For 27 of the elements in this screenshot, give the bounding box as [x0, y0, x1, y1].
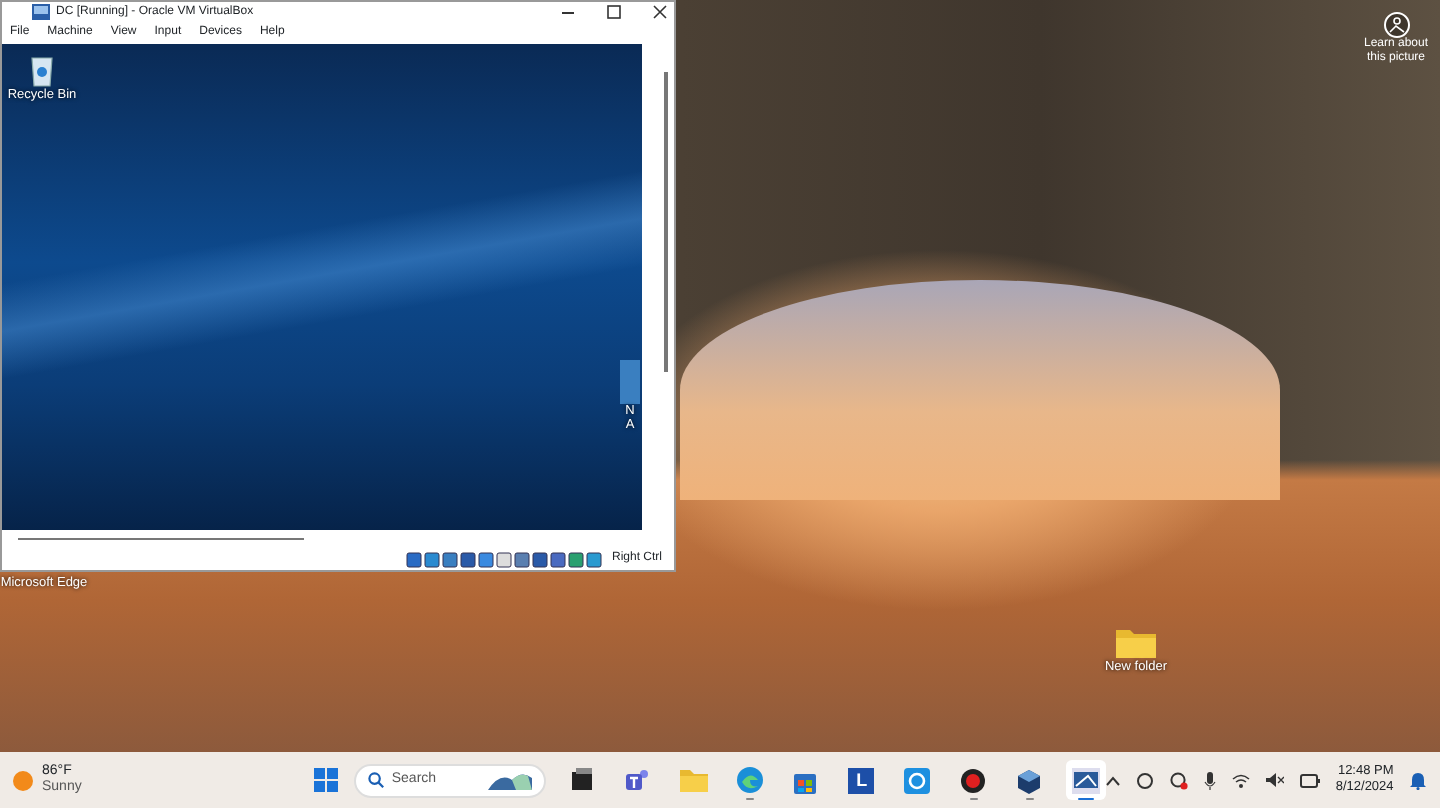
shortcut-icon	[620, 359, 640, 404]
record-icon[interactable]	[960, 767, 987, 793]
task-view-icon[interactable]	[569, 768, 594, 792]
app-icon	[32, 4, 50, 21]
wifi-icon[interactable]	[1231, 773, 1250, 787]
recording-icon[interactable]	[1169, 771, 1188, 789]
bell-icon[interactable]	[1409, 771, 1426, 789]
speaker-muted-icon[interactable]	[1265, 772, 1284, 788]
recycle-bin-icon	[28, 51, 56, 88]
scrollbar-thumb[interactable]	[664, 71, 668, 372]
microphone-icon[interactable]	[1203, 771, 1216, 789]
letter-app-icon[interactable]: L	[848, 767, 875, 793]
close-icon[interactable]	[652, 4, 668, 21]
maximize-icon[interactable]	[606, 4, 622, 21]
search-icon	[367, 772, 384, 788]
battery-icon[interactable]	[1299, 773, 1320, 787]
taskbar-app-button[interactable]: L	[841, 760, 882, 800]
chevron-up-icon[interactable]	[1105, 775, 1120, 785]
ring-icon[interactable]	[904, 767, 931, 793]
taskbar-app-button[interactable]	[1065, 760, 1106, 800]
horizontal-scrollbar[interactable]	[18, 538, 304, 541]
teams-icon[interactable]	[624, 767, 651, 793]
window-thumbnail-icon[interactable]	[1071, 767, 1100, 793]
edge-icon	[735, 766, 764, 794]
windows-start-icon[interactable]	[313, 768, 338, 792]
folder-icon	[1114, 624, 1158, 660]
cube-icon[interactable]	[1016, 767, 1043, 793]
